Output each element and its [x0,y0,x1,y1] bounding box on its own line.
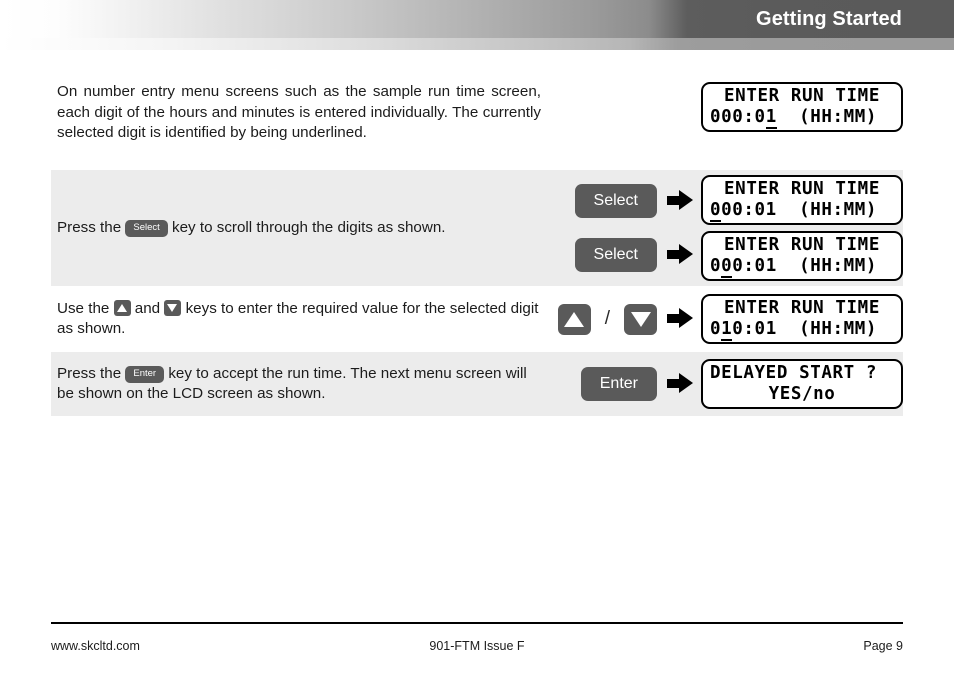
lcd-screen-2: ENTER RUN TIME 000:01 (HH:MM) [701,175,903,225]
instruction-row-intro: On number entry menu screens such as the… [51,78,903,170]
row-select-text-before: Press the [57,218,126,236]
page-footer: www.skcltd.com 901-FTM Issue F Page 9 [51,636,903,656]
row-updown-keys: / [551,303,701,335]
key-separator: / [604,308,610,329]
row-select-keys: Select Select [551,184,701,272]
lcd-4-line-1: ENTER RUN TIME [724,298,880,318]
lcd-1-line-2: 000:01 (HH:MM) [710,107,894,129]
select-button-2[interactable]: Select [574,238,657,272]
lcd-2-line-1: ENTER RUN TIME [724,179,880,199]
select-button-1[interactable]: Select [574,184,657,218]
instruction-row-updown: Use the and keys to enter the required v… [51,286,903,352]
row-intro-text: On number entry menu screens such as the… [57,83,541,141]
arrow-right-icon-2 [667,244,693,266]
down-button[interactable] [624,303,657,335]
lcd-screen-3: ENTER RUN TIME 000:01 (HH:MM) [701,231,903,281]
triangle-down-icon [630,311,651,327]
row-select-text-after: key to scroll through the digits as show… [167,218,446,236]
enter-button[interactable]: Enter [580,367,657,401]
lcd-3-line2-pre: 0 [710,256,722,276]
lcd-2-line2-post: 00:01 (HH:MM) [721,200,878,220]
lcd-screen-4: ENTER RUN TIME 010:01 (HH:MM) [701,294,903,344]
row-updown-text: Use the and keys to enter the required v… [51,299,551,340]
header-gradient-bar-secondary [0,38,954,50]
row-select-lcds: ENTER RUN TIME 000:01 (HH:MM) ENTER RUN … [701,175,903,281]
lcd-1-line2-pre: 000:0 [710,107,766,127]
row-enter-text-before: Press the [57,364,126,382]
lcd-screen-5: DELAYED START ? YES/no [701,359,903,409]
footer-page-number: Page 9 [863,639,903,653]
row-updown-lcds: ENTER RUN TIME 010:01 (HH:MM) [701,294,903,344]
updown-key-group: / [557,303,693,335]
triangle-up-icon [564,311,585,327]
lcd-1-line-1: ENTER RUN TIME [724,86,880,106]
row-updown-text-before: Use the [57,299,114,317]
arrow-right-icon-3 [667,308,693,330]
inline-triangle-down-icon[interactable] [164,299,182,316]
row-enter-keys: Enter [551,367,701,401]
lcd-screen-1: ENTER RUN TIME 000:01 (HH:MM) [701,82,903,132]
row-select-text: Press the Select key to scroll through t… [51,218,551,239]
lcd-3-selected-digit: 0 [721,256,733,278]
page-title: Getting Started [756,8,902,30]
row-enter-text: Press the Enter key to accept the run ti… [51,364,551,405]
arrow-right-icon-4 [667,373,693,395]
lcd-4-line-2: 010:01 (HH:MM) [710,319,894,341]
lcd-1-selected-digit: 1 [765,107,777,129]
lcd-3-line-1: ENTER RUN TIME [724,235,880,255]
lcd-4-line2-pre: 0 [710,319,722,339]
enter-key-group: Enter [580,367,693,401]
lcd-2-line-2: 000:01 (HH:MM) [710,200,894,222]
lcd-5-line-1: DELAYED START ? [710,363,878,383]
inline-triangle-up-icon[interactable] [113,299,131,316]
instruction-row-enter: Press the Enter key to accept the run ti… [51,352,903,416]
lcd-4-selected-digit: 1 [721,319,733,341]
footer-divider [51,622,903,624]
lcd-3-line-2: 000:01 (HH:MM) [710,256,894,278]
instruction-table: On number entry menu screens such as the… [51,78,903,416]
footer-website[interactable]: www.skcltd.com [51,639,335,653]
footer-document-id: 901-FTM Issue F [429,639,525,653]
lcd-4-line2-post: 0:01 (HH:MM) [732,319,878,339]
up-button[interactable] [557,303,591,335]
triangle-down-glyph [167,303,178,312]
lcd-1-line2-post: (HH:MM) [776,107,878,127]
row-enter-lcds: DELAYED START ? YES/no [701,359,903,409]
select-key-group-1: Select [574,184,693,218]
triangle-up-glyph [116,303,127,312]
arrow-right-icon-1 [667,190,693,212]
row-intro-lcds: ENTER RUN TIME 000:01 (HH:MM) [701,82,903,132]
page-header: Getting Started [0,0,954,50]
lcd-3-line2-post: 0:01 (HH:MM) [732,256,878,276]
select-key-group-2: Select [574,238,693,272]
lcd-5-line-2: YES/no [768,384,836,404]
inline-select-key-badge[interactable]: Select [125,219,168,237]
instruction-row-select: Press the Select key to scroll through t… [51,170,903,286]
lcd-2-selected-digit: 0 [710,200,722,222]
inline-enter-key-badge[interactable]: Enter [125,365,165,383]
row-updown-text-mid: and [130,299,165,317]
